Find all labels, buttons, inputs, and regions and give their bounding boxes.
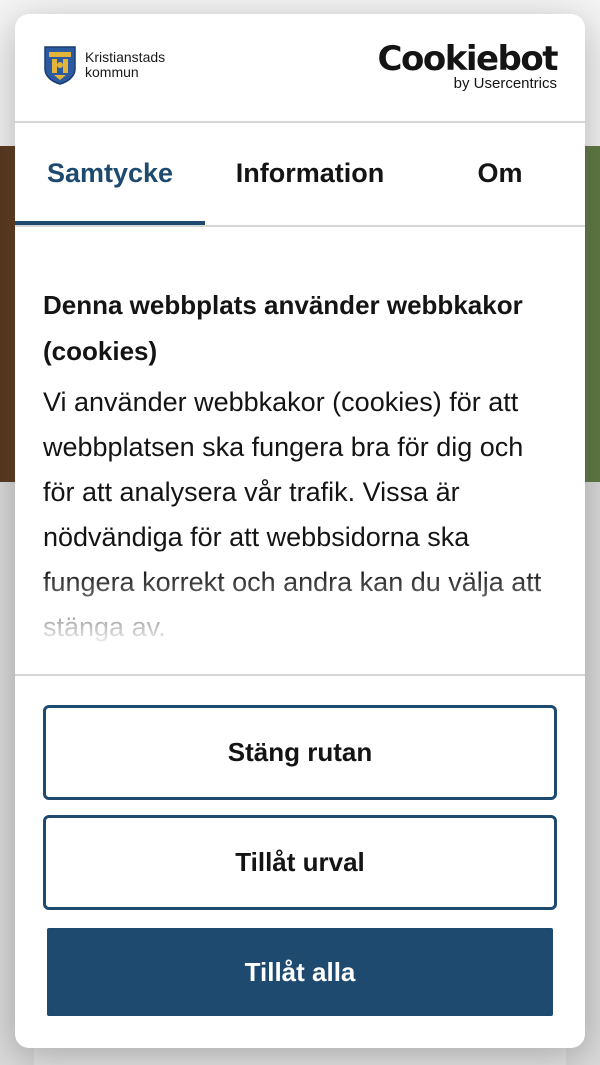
municipality-line1: Kristianstads [85,49,166,65]
tab-om[interactable]: Om [415,123,585,223]
dialog-tabs: Samtycke Information Om [15,123,585,227]
consent-heading: Denna webbplats använder webbkakor (cook… [43,290,523,366]
tab-information[interactable]: Information [205,123,415,223]
municipality-logo: Kristianstads kommun [43,45,165,85]
municipality-line2: kommun [85,64,139,80]
crest-icon [44,46,76,85]
cookiebot-name: Cookiebot [377,39,559,79]
tab-samtycke[interactable]: Samtycke [15,123,205,223]
cookiebot-logo: Cookiebot by Usercentrics [377,39,559,91]
buttons-divider [15,674,585,676]
allow-selection-button[interactable]: Tillåt urval [43,815,557,910]
cookie-consent-dialog: Kristianstads kommun Cookiebot by Userce… [15,14,585,1048]
dialog-header: Kristianstads kommun Cookiebot by Userce… [15,14,585,123]
consent-content: Denna webbplats använder webbkakor (cook… [43,282,558,670]
active-tab-indicator [15,221,205,225]
allow-all-button[interactable]: Tillåt alla [47,928,553,1016]
close-button[interactable]: Stäng rutan [43,705,557,800]
municipality-name: Kristianstads kommun [85,50,165,80]
content-fade-overlay [43,570,558,670]
